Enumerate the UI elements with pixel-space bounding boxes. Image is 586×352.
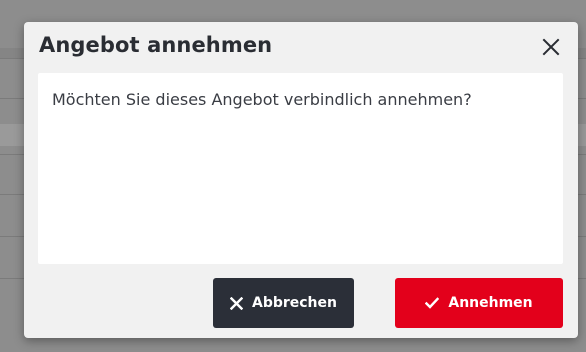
cancel-button-label: Abbrechen xyxy=(251,295,337,311)
dialog-title: Angebot annehmen xyxy=(39,33,273,57)
dialog-body: Möchten Sie dieses Angebot verbindlich a… xyxy=(38,73,563,264)
cancel-button[interactable]: Abbrechen xyxy=(213,278,354,328)
accept-button-label: Annehmen xyxy=(448,295,533,311)
close-icon xyxy=(229,296,243,310)
close-icon xyxy=(542,38,560,56)
accept-offer-dialog: Angebot annehmen Möchten Sie dieses Ange… xyxy=(24,22,578,338)
close-button[interactable] xyxy=(536,32,566,62)
accept-button[interactable]: Annehmen xyxy=(395,278,563,328)
dialog-message: Möchten Sie dieses Angebot verbindlich a… xyxy=(52,90,472,109)
checkmark-icon xyxy=(425,297,440,309)
